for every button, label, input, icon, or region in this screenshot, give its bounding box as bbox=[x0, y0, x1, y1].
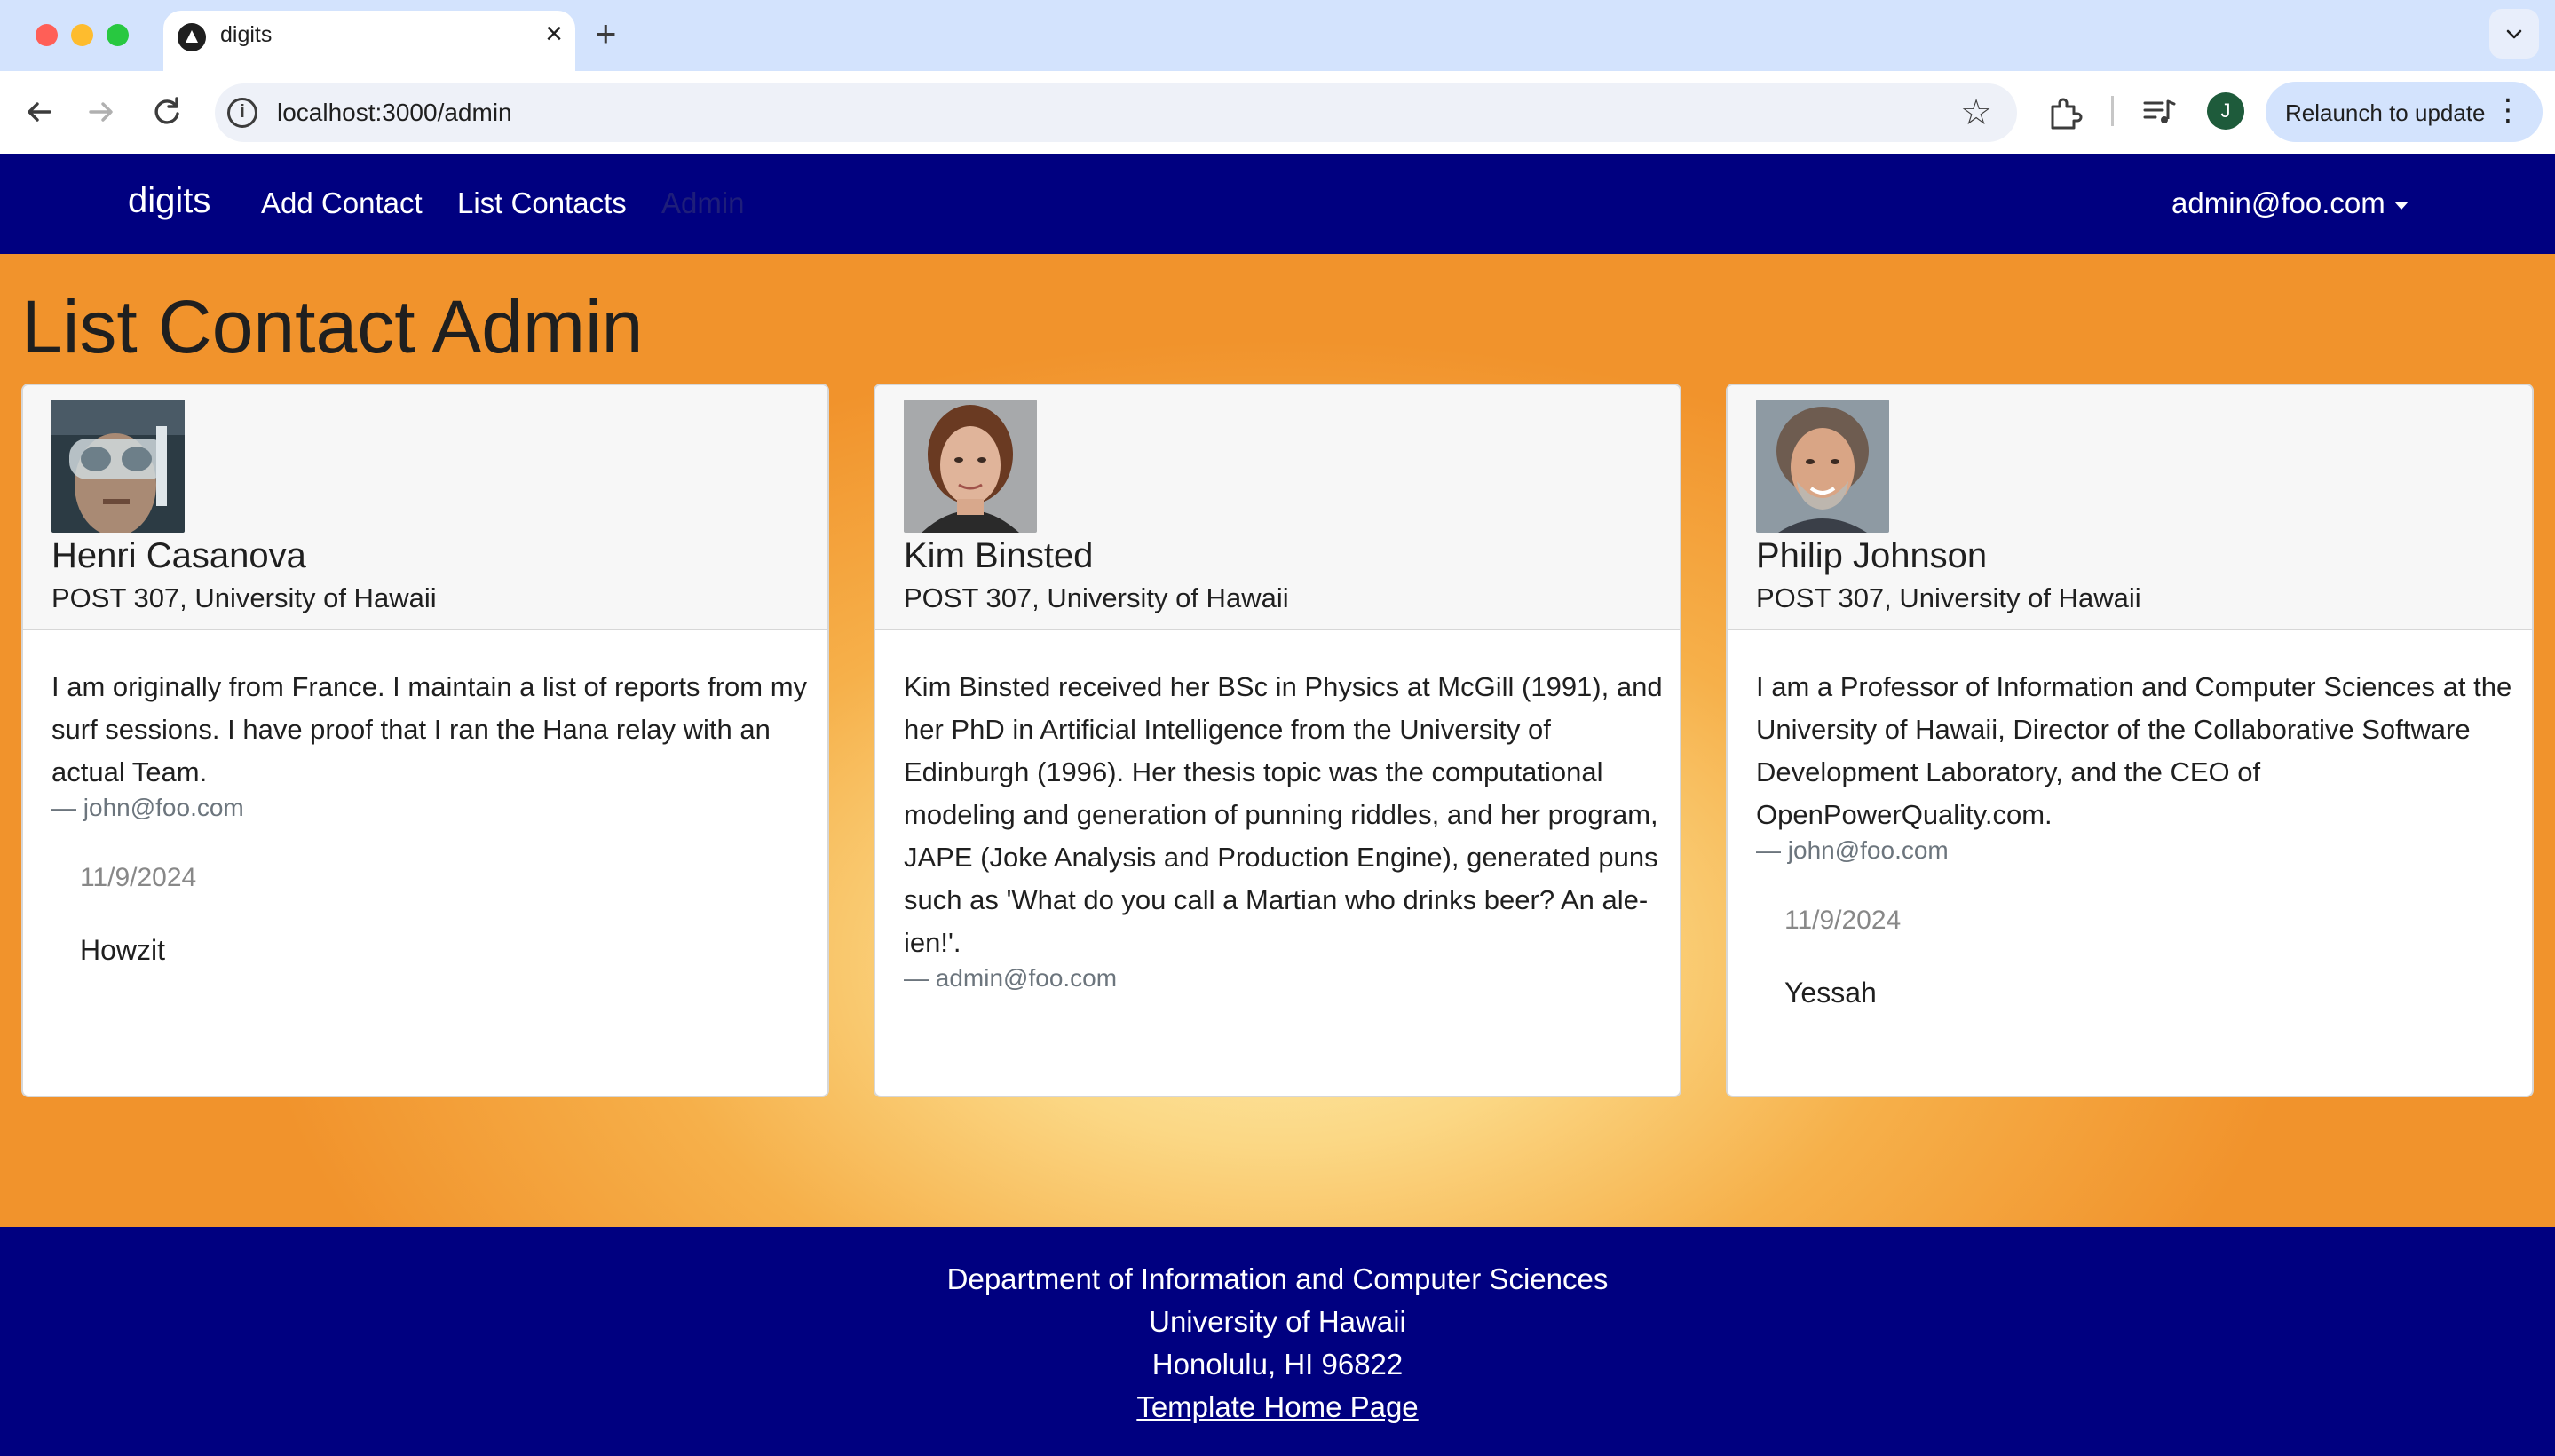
note-text: Howzit bbox=[80, 934, 166, 966]
contact-name: Philip Johnson bbox=[1756, 536, 1988, 575]
site-info-icon[interactable]: i bbox=[227, 98, 257, 128]
contact-photo bbox=[51, 400, 185, 533]
contact-owner: — john@foo.com bbox=[51, 794, 244, 821]
contact-name: Kim Binsted bbox=[904, 536, 1094, 575]
contact-photo bbox=[1756, 400, 1889, 533]
card-header: Henri Casanova POST 307, University of H… bbox=[23, 385, 827, 630]
nav-list-contacts[interactable]: List Contacts bbox=[457, 186, 627, 220]
contact-description: Kim Binsted received her BSc in Physics … bbox=[904, 671, 1663, 958]
url-text[interactable]: localhost:3000/admin bbox=[277, 99, 512, 127]
browser-tab[interactable]: digits × bbox=[163, 11, 575, 71]
card-header: Philip Johnson POST 307, University of H… bbox=[1728, 385, 2532, 630]
address-bar[interactable]: i localhost:3000/admin ☆ bbox=[215, 83, 2017, 142]
contact-card: Kim Binsted POST 307, University of Hawa… bbox=[874, 384, 1681, 1097]
page-title: List Contact Admin bbox=[21, 285, 644, 368]
caret-down-icon bbox=[2393, 201, 2409, 210]
nav-add-contact[interactable]: Add Contact bbox=[261, 186, 423, 220]
contact-owner: — john@foo.com bbox=[1756, 836, 1949, 864]
browser-tab-bar: digits × + bbox=[0, 0, 2555, 71]
footer-university: University of Hawaii bbox=[1149, 1305, 1406, 1338]
profile-avatar[interactable]: J bbox=[2207, 92, 2244, 130]
close-window-button[interactable] bbox=[36, 24, 58, 46]
footer-address: Honolulu, HI 96822 bbox=[1151, 1348, 1404, 1381]
new-tab-icon[interactable]: + bbox=[595, 12, 617, 55]
contact-owner: — admin@foo.com bbox=[904, 964, 1118, 992]
media-controls-icon[interactable] bbox=[2141, 94, 2177, 130]
contact-address: POST 307, University of Hawaii bbox=[904, 582, 1289, 613]
contact-name: Henri Casanova bbox=[51, 536, 306, 575]
reload-icon[interactable] bbox=[147, 92, 186, 131]
app-navbar: digits Add Contact List Contacts Admin a… bbox=[0, 154, 2555, 254]
note-text: Yessah bbox=[1784, 977, 1877, 1009]
contact-description: I am a Professor of Information and Comp… bbox=[1756, 671, 2512, 830]
vercel-favicon-icon bbox=[178, 23, 206, 51]
tab-title: digits bbox=[220, 22, 273, 47]
user-email: admin@foo.com bbox=[2171, 186, 2385, 219]
contact-address: POST 307, University of Hawaii bbox=[1756, 582, 2141, 613]
contact-card: Henri Casanova POST 307, University of H… bbox=[21, 384, 829, 1097]
contact-photo bbox=[904, 400, 1037, 533]
toolbar-divider bbox=[2111, 96, 2114, 126]
chevron-down-icon bbox=[2506, 29, 2522, 39]
page-viewport: digits Add Contact List Contacts Admin a… bbox=[0, 154, 2555, 1456]
close-tab-icon[interactable]: × bbox=[545, 16, 563, 51]
tab-search-button[interactable] bbox=[2489, 9, 2539, 59]
card-header: Kim Binsted POST 307, University of Hawa… bbox=[875, 385, 1680, 630]
forward-arrow-icon[interactable] bbox=[82, 92, 121, 131]
extensions-puzzle-icon[interactable] bbox=[2047, 96, 2083, 131]
more-menu-icon[interactable]: ⋮ bbox=[2493, 92, 2523, 128]
brand-link[interactable]: digits bbox=[128, 181, 210, 221]
minimize-window-button[interactable] bbox=[71, 24, 93, 46]
relaunch-label: Relaunch to update bbox=[2285, 99, 2486, 126]
footer-department: Department of Information and Computer S… bbox=[946, 1262, 1609, 1295]
note-date: 11/9/2024 bbox=[80, 863, 197, 892]
nav-admin[interactable]: Admin bbox=[661, 186, 745, 220]
back-arrow-icon[interactable] bbox=[20, 92, 59, 131]
page-footer: Department of Information and Computer S… bbox=[0, 1227, 2555, 1456]
note-date: 11/9/2024 bbox=[1784, 906, 1902, 935]
maximize-window-button[interactable] bbox=[107, 24, 129, 46]
contact-description: I am originally from France. I maintain … bbox=[51, 671, 808, 787]
template-home-page-link[interactable]: Template Home Page bbox=[1136, 1390, 1418, 1423]
relaunch-to-update-button[interactable]: Relaunch to update ⋮ bbox=[2266, 82, 2543, 142]
bookmark-star-icon[interactable]: ☆ bbox=[1960, 92, 1992, 133]
user-dropdown[interactable]: admin@foo.com bbox=[2171, 186, 2409, 220]
contact-card: Philip Johnson POST 307, University of H… bbox=[1726, 384, 2534, 1097]
contact-address: POST 307, University of Hawaii bbox=[51, 582, 437, 613]
